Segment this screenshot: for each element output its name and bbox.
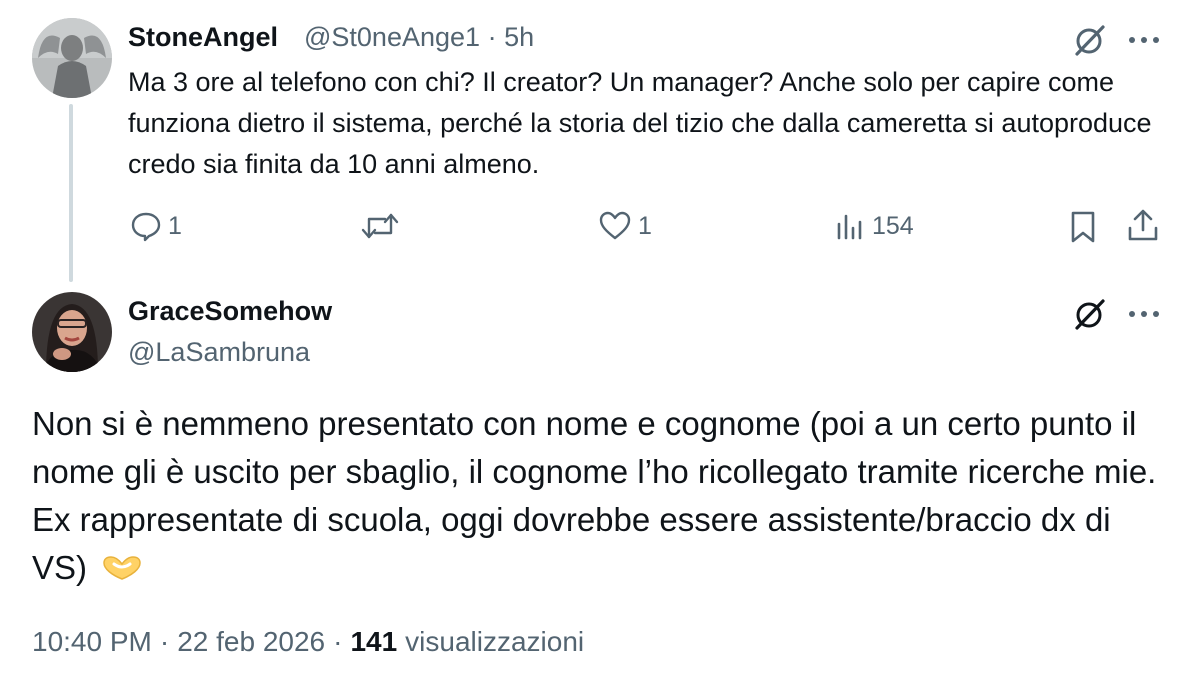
main-author-name[interactable]: GraceSomehow bbox=[128, 296, 332, 327]
main-views-label: visualizzazioni bbox=[405, 626, 585, 657]
bookmark-icon bbox=[1071, 211, 1095, 243]
reply-button[interactable]: 1 bbox=[130, 210, 182, 242]
main-tweet-text: Non si è nemmeno presentato con nome e c… bbox=[32, 400, 1162, 592]
reply-separator: · bbox=[487, 22, 497, 52]
retweet-button[interactable] bbox=[360, 210, 406, 242]
reply-text: Ma 3 ore al telefono con chi? Il creator… bbox=[128, 67, 1152, 179]
more-icon[interactable] bbox=[1124, 26, 1164, 54]
thread-connector-line bbox=[69, 104, 73, 282]
views-button[interactable]: 154 bbox=[834, 210, 914, 242]
like-button[interactable]: 1 bbox=[598, 210, 652, 242]
reply-icon bbox=[131, 212, 161, 242]
reply-author-name[interactable]: StoneAngel bbox=[128, 22, 278, 53]
main-tweet-meta: 10:40 PM · 22 feb 2026 · 141 visualizzaz… bbox=[32, 626, 584, 658]
meta-separator: · bbox=[333, 626, 343, 657]
avatar-image bbox=[32, 18, 112, 98]
main-tweet-body: Non si è nemmeno presentato con nome e c… bbox=[32, 405, 1157, 586]
share-icon bbox=[1128, 209, 1158, 241]
like-count: 1 bbox=[638, 211, 652, 240]
avatar-image bbox=[32, 292, 112, 372]
share-button[interactable] bbox=[1126, 208, 1160, 244]
retweet-icon bbox=[361, 213, 399, 239]
views-icon bbox=[837, 214, 862, 240]
reply-author-handle[interactable]: @St0neAnge1 bbox=[304, 22, 480, 52]
meta-separator: · bbox=[159, 626, 170, 657]
reply-author-meta: @St0neAnge1 · 5h bbox=[304, 22, 534, 53]
main-author-handle[interactable]: @LaSambruna bbox=[128, 337, 310, 368]
tweet-time[interactable]: 10:40 PM bbox=[32, 626, 152, 658]
tweet-date[interactable]: 22 feb 2026 bbox=[177, 626, 325, 658]
grok-icon[interactable] bbox=[1072, 22, 1108, 58]
more-icon[interactable] bbox=[1124, 300, 1164, 328]
avatar-stoneangel[interactable] bbox=[32, 18, 112, 98]
heart-icon bbox=[599, 211, 631, 240]
grok-icon[interactable] bbox=[1072, 296, 1108, 332]
views-count: 154 bbox=[872, 211, 914, 240]
reply-count: 1 bbox=[168, 211, 182, 240]
avatar-gracesomehow[interactable] bbox=[32, 292, 112, 372]
main-views-count: 141 bbox=[350, 626, 398, 657]
bookmark-button[interactable] bbox=[1068, 210, 1098, 244]
heart-hands-emoji bbox=[103, 556, 141, 580]
reply-time[interactable]: 5h bbox=[504, 22, 534, 52]
